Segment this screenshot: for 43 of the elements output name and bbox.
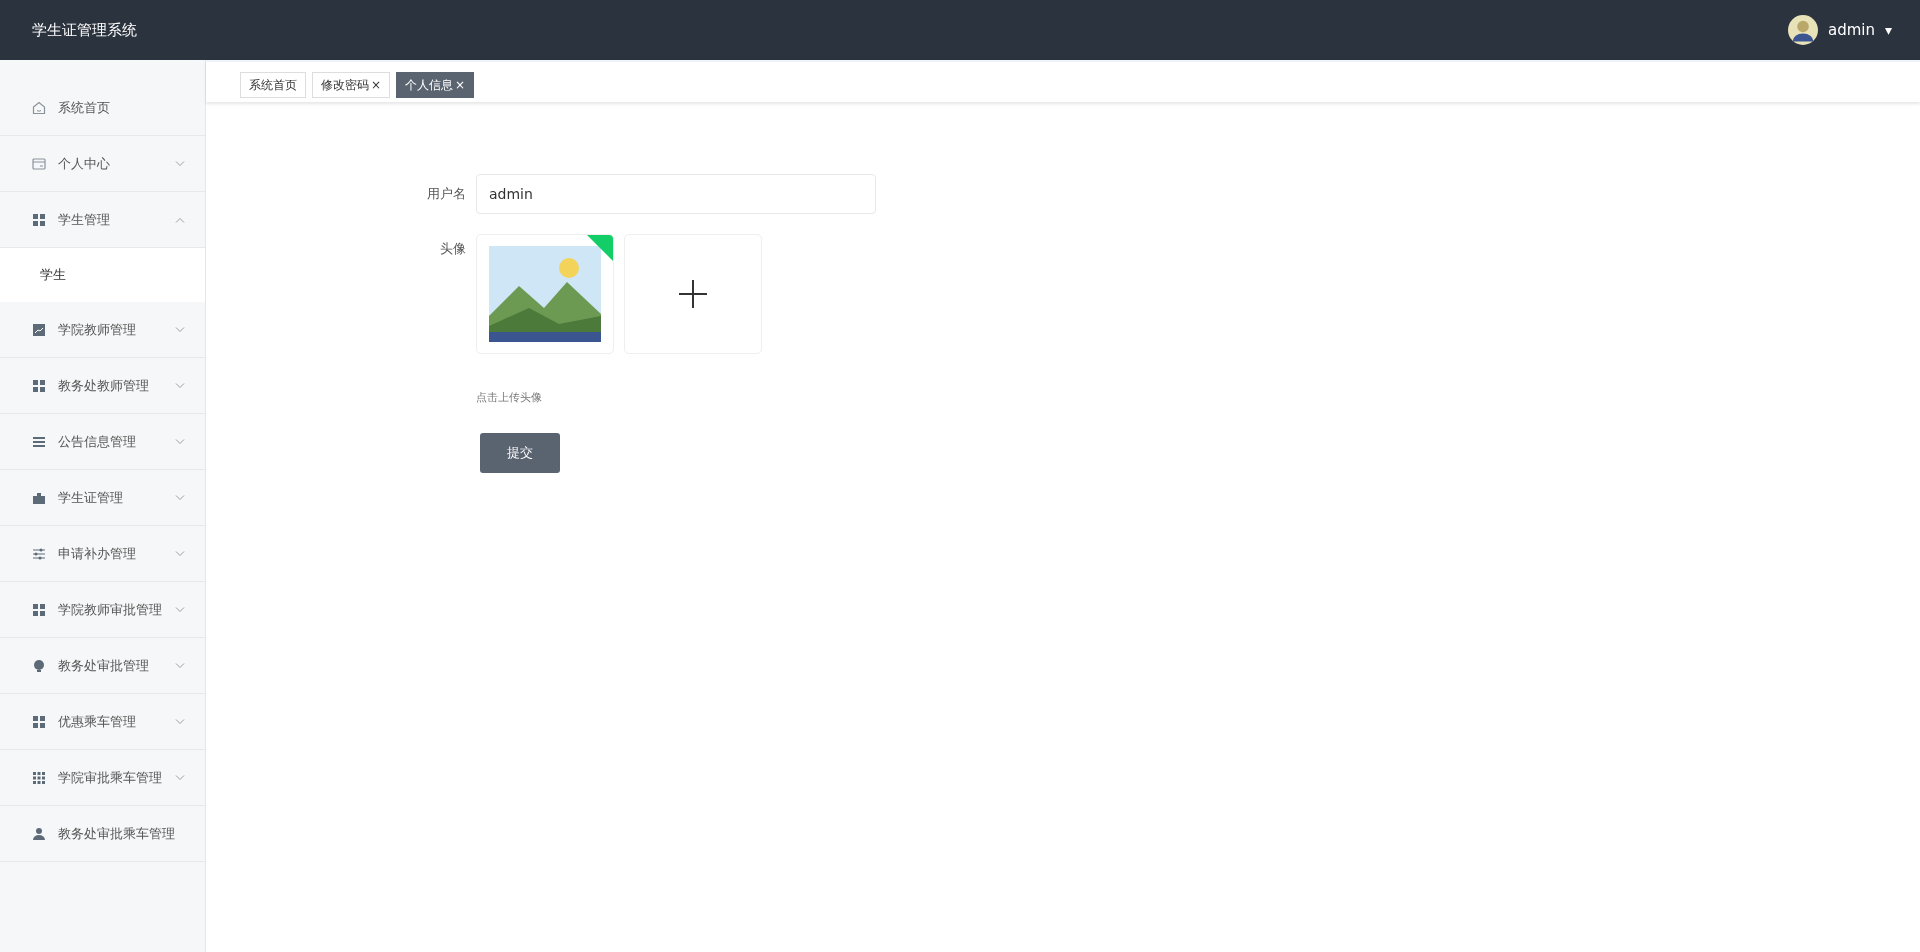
close-icon[interactable]: × [371,78,382,92]
close-icon[interactable]: × [455,78,466,92]
sliders-icon [32,546,46,561]
list-icon [32,434,46,449]
briefcase-icon [32,490,46,505]
grid-icon [32,602,46,617]
username-field[interactable]: admin [476,174,876,214]
menu-item[interactable]: 学院教师管理 [0,302,205,358]
apps-icon [32,770,46,785]
menu-item[interactable]: 优惠乘车管理 [0,694,205,750]
menu-item[interactable]: 教务处教师管理 [0,358,205,414]
field-label: 用户名 [426,185,466,203]
upload-hint: 点击上传头像 [476,390,543,405]
menu-item[interactable]: 教务处审批管理 [0,638,205,694]
avatar-icon [1787,15,1818,45]
menu-item[interactable]: 学院审批乘车管理 [0,750,205,806]
home-icon [32,100,46,115]
status-corner-icon [587,235,613,261]
menu-item[interactable]: 学生证管理 [0,470,205,526]
bulb-icon [32,658,46,673]
tab[interactable]: 系统首页 [240,72,306,98]
avatar-thumbnail[interactable] [476,234,614,354]
tab[interactable]: 个人信息 × [396,72,475,98]
menu-item[interactable]: 申请补办管理 [0,526,205,582]
menu-item[interactable]: 个人中心 [0,136,205,192]
grid-icon [32,714,46,729]
submit-button[interactable]: 提交 [480,433,560,473]
person-icon [32,826,46,841]
menu-item[interactable]: 教务处审批乘车管理 [0,806,205,862]
grid-icon [32,378,46,393]
field-label: 头像 [439,240,466,258]
menu-item[interactable]: 学院教师审批管理 [0,582,205,638]
tab[interactable]: 修改密码 × [312,72,391,98]
submenu-item[interactable]: 学生 [0,248,205,302]
caret-icon[interactable]: ▾ [1884,22,1892,38]
app-title: 学生证管理系统 [32,20,137,40]
user-name[interactable]: admin [1827,21,1875,39]
chart-icon [32,322,46,337]
grid-icon [32,212,46,227]
menu-item[interactable]: 公告信息管理 [0,414,205,470]
menu-item[interactable]: 系统首页 [0,80,205,136]
plus-icon [679,280,707,308]
card-icon [32,156,46,171]
